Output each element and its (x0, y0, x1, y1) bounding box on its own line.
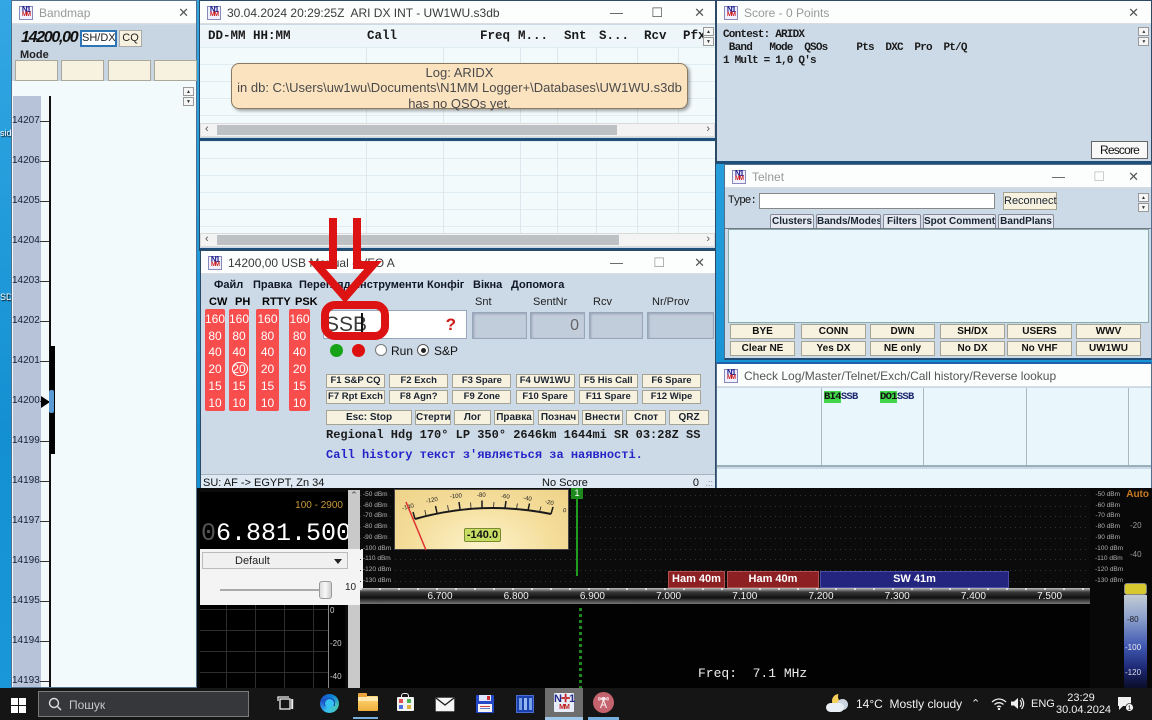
svg-text:-120: -120 (426, 497, 440, 505)
svg-text:-40: -40 (523, 496, 533, 503)
svg-text:-100: -100 (450, 493, 463, 500)
svg-text:-60: -60 (501, 494, 511, 501)
svg-text:-20: -20 (544, 499, 554, 507)
svg-text:0: 0 (562, 508, 567, 515)
svg-text:-80: -80 (477, 493, 486, 499)
svg-text:1: 1 (1128, 705, 1132, 712)
